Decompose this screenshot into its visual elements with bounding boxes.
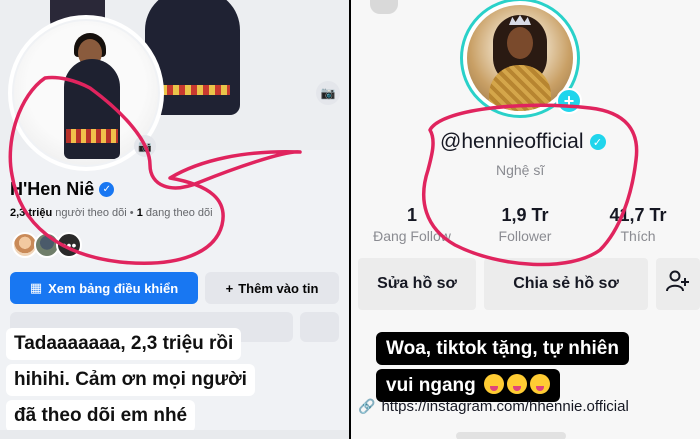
- stat-value: 41,7 Tr: [609, 205, 667, 225]
- bio-link[interactable]: 🔗 https://instagram.com/hhennie.official: [358, 398, 629, 415]
- link-icon: 🔗: [358, 398, 376, 414]
- stat-label: Đang Follow: [373, 228, 451, 244]
- profile-name: H'Hen Niê ✓: [10, 179, 115, 200]
- add-story-plus-icon[interactable]: +: [556, 88, 582, 114]
- share-profile-label: Chia sẻ hồ sơ: [513, 275, 619, 292]
- following-label: đang theo dõi: [145, 207, 213, 219]
- plus-icon: +: [225, 280, 234, 296]
- profile-handle-text: @hennieofficial: [440, 130, 584, 153]
- edit-profile-button[interactable]: Sửa hồ sơ: [358, 258, 476, 310]
- follow-stats: 2,3 triệu người theo dõi • 1 đang theo d…: [10, 207, 213, 219]
- stat-following[interactable]: 1 Đang Follow: [358, 205, 466, 244]
- following-count[interactable]: 1: [137, 207, 143, 219]
- stat-value: 1,9 Tr: [501, 205, 549, 225]
- more-icon[interactable]: •••: [56, 232, 82, 258]
- profile-role: Nghệ sĩ: [496, 162, 545, 178]
- bottom-strip: [456, 432, 566, 439]
- bottom-strip: [0, 430, 349, 439]
- followers-label: người theo dõi: [55, 207, 127, 219]
- story-caption: Tadaaaaaaa, 2,3 triệu rồi hihihi. Cảm ơn…: [6, 328, 334, 432]
- verified-badge-icon: ✓: [589, 134, 606, 150]
- caption-line: hihihi. Cảm ơn mọi người: [6, 364, 255, 396]
- avatar-skirt: [66, 129, 118, 143]
- avatar-body: [64, 59, 120, 159]
- stat-value: 1: [406, 205, 417, 225]
- share-profile-button[interactable]: Chia sẻ hồ sơ: [484, 258, 648, 310]
- bio-link-text[interactable]: https://instagram.com/hhennie.official: [381, 398, 628, 415]
- caption-line: vui ngang: [386, 375, 476, 396]
- profile-name-text: H'Hen Niê: [10, 179, 95, 199]
- add-to-story-button[interactable]: + Thêm vào tin: [205, 272, 339, 304]
- stat-label: Follower: [498, 228, 552, 244]
- stats-separator: •: [126, 207, 137, 219]
- followers-count[interactable]: 2,3 triệu: [10, 207, 52, 219]
- silly-face-emoji-icon: [507, 374, 528, 394]
- caption-line: Tadaaaaaaa, 2,3 triệu rồi: [6, 328, 242, 360]
- view-dashboard-button[interactable]: ▦ Xem bảng điều khiển: [10, 272, 198, 304]
- chart-icon: ▦: [29, 280, 43, 295]
- profile-handle: @hennieofficial ✓: [440, 130, 606, 154]
- stat-label: Thích: [620, 228, 656, 244]
- camera-icon[interactable]: 📷: [134, 135, 156, 157]
- camera-icon[interactable]: 📷: [316, 81, 340, 105]
- stat-followers[interactable]: 1,9 Tr Follower: [471, 205, 579, 244]
- stat-likes[interactable]: 41,7 Tr Thích: [584, 205, 692, 244]
- facebook-profile-panel: 📷 📷 H'Hen Niê ✓ 2,3 triệu người theo dõi…: [0, 0, 349, 439]
- caption-line: Woa, tiktok tặng, tự nhiên: [376, 332, 629, 365]
- verified-badge-icon: ✓: [99, 182, 115, 197]
- top-icon[interactable]: [370, 0, 398, 14]
- silly-face-emoji-icon: [484, 374, 505, 394]
- story-caption: Woa, tiktok tặng, tự nhiên vui ngang: [376, 332, 629, 402]
- view-dashboard-label: Xem bảng điều khiển: [48, 280, 179, 296]
- friend-avatars[interactable]: •••: [12, 232, 82, 258]
- add-to-story-label: Thêm vào tin: [238, 280, 319, 296]
- avatar-face: [507, 27, 533, 59]
- caption-line: đã theo dõi em nhé: [6, 400, 196, 432]
- add-friend-button[interactable]: [656, 258, 700, 310]
- add-user-icon: [666, 270, 690, 298]
- edit-profile-label: Sửa hồ sơ: [377, 275, 457, 292]
- silly-face-emoji-icon: [530, 374, 551, 394]
